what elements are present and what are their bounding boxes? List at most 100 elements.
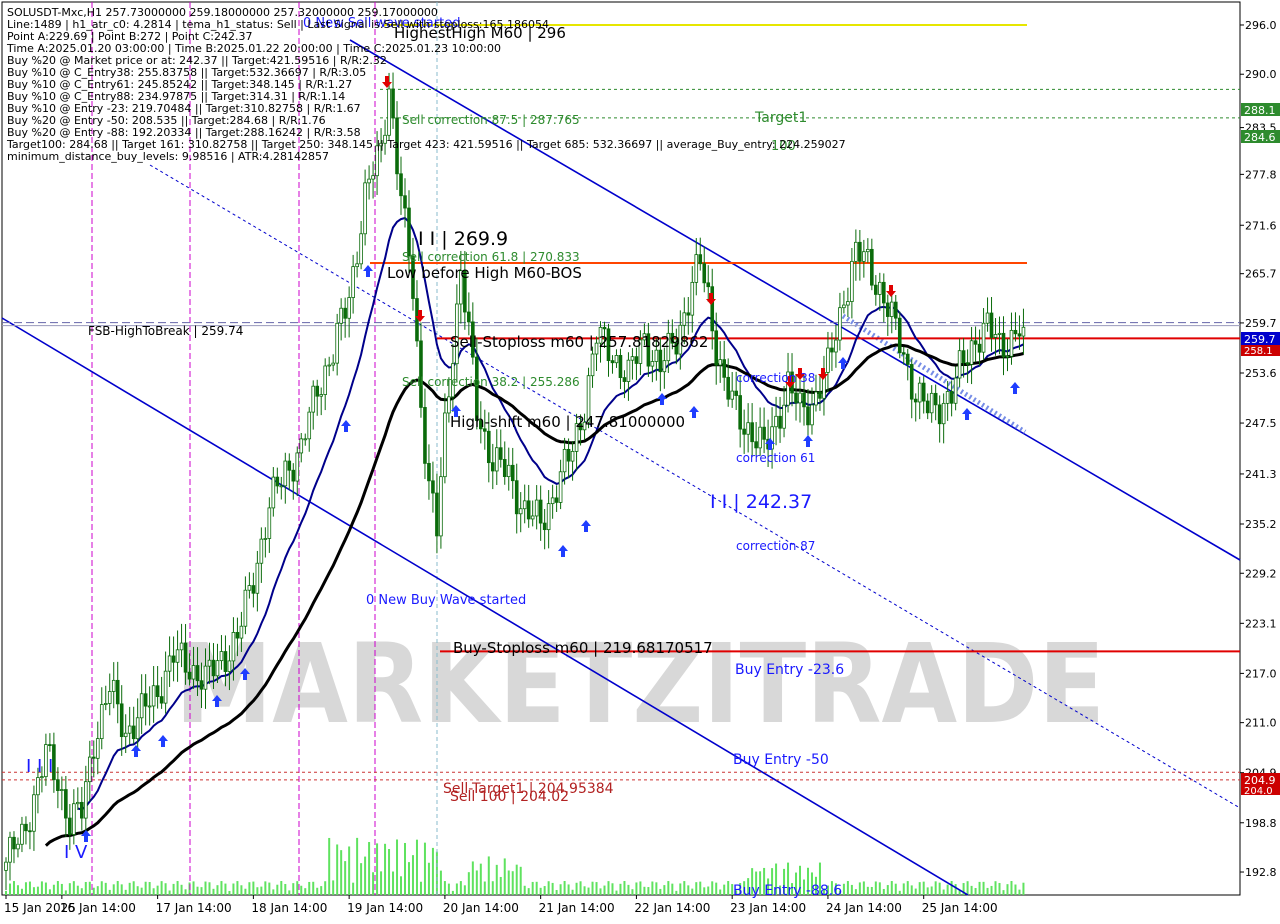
candle-body — [275, 476, 280, 487]
candle — [993, 318, 998, 356]
candle — [263, 527, 268, 558]
volume-bar — [316, 887, 319, 895]
volume-bar — [563, 881, 566, 895]
buy-arrow-icon — [158, 735, 168, 747]
candle-body — [159, 696, 164, 704]
candle-body — [287, 460, 292, 471]
candle — [147, 686, 152, 726]
candle-body — [893, 301, 898, 319]
volume-bar — [555, 890, 558, 895]
candle — [275, 467, 280, 494]
volume-bar — [68, 883, 71, 895]
volume-bar — [986, 887, 989, 895]
candle-body — [818, 391, 822, 399]
volume-bar — [5, 891, 7, 895]
volume-bar — [990, 885, 993, 895]
candle-body — [447, 396, 451, 414]
volume-bar — [982, 881, 985, 895]
buy-arrow-icon — [558, 545, 568, 557]
volume-bar — [216, 885, 219, 895]
volume-bar — [631, 889, 634, 895]
volume-bar — [974, 888, 977, 895]
volume-bar — [427, 862, 430, 895]
candle — [347, 286, 351, 338]
volume-bar — [535, 881, 538, 895]
candle — [319, 387, 324, 416]
volume-bar — [104, 882, 107, 895]
y-tick-label: 265.7 — [1245, 268, 1277, 281]
candle-body — [259, 538, 264, 564]
y-tick-label: 217.0 — [1245, 667, 1277, 680]
volume-bar — [204, 881, 207, 895]
candle-body — [131, 725, 136, 740]
candle-body — [510, 464, 515, 482]
price-chart[interactable]: MARKETZITRADE 0 New Sell wave started Hi… — [0, 0, 1280, 920]
candle-body — [686, 312, 691, 316]
volume-bar — [567, 884, 570, 895]
volume-bar — [108, 889, 111, 895]
candle-body — [223, 651, 228, 672]
volume-bar — [24, 882, 27, 895]
volume-bar — [152, 888, 155, 895]
candle — [16, 837, 20, 858]
volume-bar — [503, 858, 506, 895]
candle — [822, 355, 826, 416]
candle-body — [251, 585, 256, 594]
candle-body — [682, 312, 687, 326]
candle — [862, 239, 866, 278]
candle-body — [722, 359, 726, 378]
volume-bar — [176, 881, 179, 895]
candle-body — [355, 263, 359, 268]
volume-bar — [404, 842, 406, 895]
candle-body — [243, 589, 248, 627]
candle-body — [32, 794, 36, 832]
candle — [889, 294, 894, 334]
candle-body — [399, 173, 403, 197]
candle-body — [530, 515, 535, 520]
candle-body — [76, 801, 80, 805]
volume-bar — [667, 881, 670, 895]
volume-bar — [950, 881, 953, 895]
candle-body — [387, 88, 391, 136]
buy-arrow-icon — [803, 435, 813, 447]
volume-bar — [40, 881, 43, 895]
candle-body — [814, 391, 818, 406]
volume-bar — [236, 881, 239, 895]
candle-body — [24, 823, 28, 832]
volume-bar — [507, 870, 510, 895]
candle-body — [522, 500, 527, 510]
volume-bar — [312, 881, 315, 895]
volume-bar — [392, 871, 395, 895]
candle — [99, 687, 104, 750]
candle — [874, 275, 878, 306]
volume-bar — [591, 881, 594, 895]
candle — [115, 661, 120, 724]
candle-body — [211, 659, 216, 677]
candle-body — [702, 263, 707, 284]
candle — [630, 348, 635, 380]
candle-body — [427, 462, 431, 482]
volume-bar — [28, 881, 31, 895]
buy-arrow-icon — [1010, 382, 1020, 394]
candle-body — [279, 485, 284, 488]
candle-body — [183, 642, 188, 673]
candle — [566, 438, 571, 479]
candle-body — [921, 382, 926, 402]
candle-body — [985, 312, 990, 324]
candle — [854, 229, 858, 281]
candle-body — [171, 655, 176, 663]
candle-body — [247, 585, 252, 591]
candle-body — [231, 632, 236, 662]
candle-body — [191, 665, 196, 680]
volume-bar — [599, 888, 602, 895]
price-tag-target100: 284.6 — [1241, 130, 1280, 144]
volume-bar — [890, 881, 893, 895]
x-axis: 15 Jan 202516 Jan 14:00 17 Jan 14:00 18 Ja… — [4, 895, 998, 915]
candle — [443, 393, 447, 484]
candle-body — [650, 361, 655, 367]
candle-body — [423, 407, 427, 464]
correction-87-label: correction 87 — [736, 539, 815, 553]
candle-body — [1005, 355, 1010, 358]
candle-body — [139, 693, 144, 719]
candle-body — [917, 382, 922, 403]
